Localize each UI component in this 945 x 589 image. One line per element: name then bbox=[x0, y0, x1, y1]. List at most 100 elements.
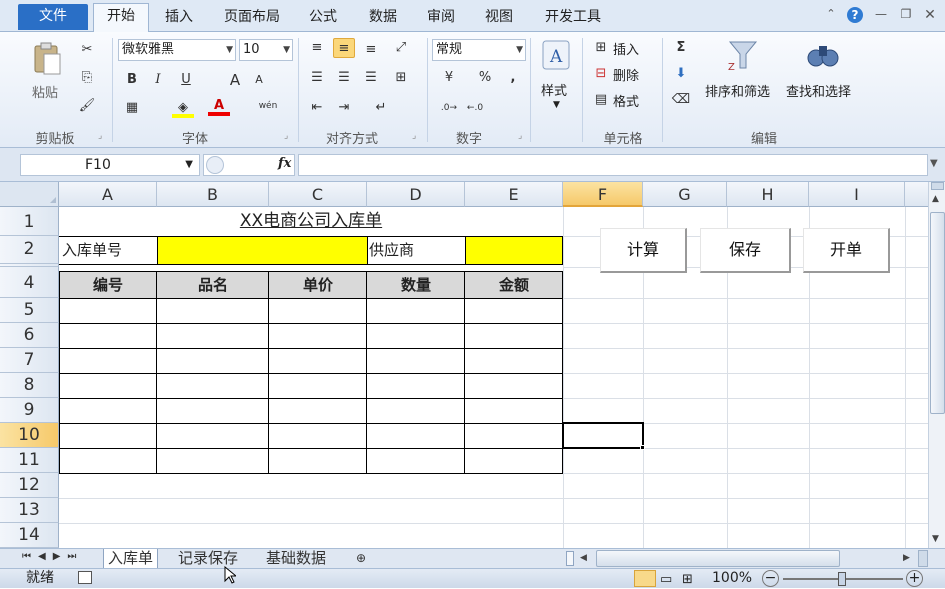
new-sheet-icon[interactable]: ⊕ bbox=[352, 549, 370, 569]
align-right-icon[interactable]: ☰ bbox=[360, 68, 382, 88]
sheet-tab-inbound[interactable]: 入库单 bbox=[103, 549, 159, 569]
column-header-e[interactable]: E bbox=[465, 182, 563, 207]
format-cells-button[interactable]: 格式 bbox=[613, 91, 639, 110]
calculate-button[interactable]: 计算 bbox=[600, 228, 687, 273]
worksheet-grid[interactable]: A B C D E F G H I 1 2 4 5 6 7 8 9 10 11 … bbox=[0, 182, 928, 548]
save-button[interactable]: 保存 bbox=[700, 228, 791, 273]
wrap-text-icon[interactable]: ↵ bbox=[370, 98, 392, 118]
row-header-8[interactable]: 8 bbox=[0, 373, 59, 398]
tab-file[interactable]: 文件 bbox=[18, 4, 88, 30]
bold-button[interactable]: B bbox=[121, 70, 143, 90]
row-header-7[interactable]: 7 bbox=[0, 348, 59, 373]
delete-cells-icon[interactable]: ⊟ bbox=[590, 64, 612, 84]
select-all-corner[interactable] bbox=[0, 182, 59, 207]
column-header-partial[interactable] bbox=[905, 182, 928, 207]
horizontal-scroll-thumb[interactable] bbox=[596, 550, 840, 567]
row-header-10[interactable]: 10 bbox=[0, 423, 59, 448]
clear-icon[interactable]: ⌫ bbox=[670, 90, 692, 110]
row-header-13[interactable]: 13 bbox=[0, 498, 59, 523]
new-order-button[interactable]: 开单 bbox=[803, 228, 890, 273]
tab-developer[interactable]: 开发工具 bbox=[535, 5, 611, 32]
page-break-view-icon[interactable]: ⊞ bbox=[682, 570, 693, 589]
minimize-ribbon-icon[interactable]: ⌃ bbox=[822, 7, 840, 20]
delete-cells-button[interactable]: 删除 bbox=[613, 65, 639, 84]
number-format-select[interactable]: 常规 ▼ bbox=[432, 39, 526, 61]
header-quantity[interactable]: 数量 bbox=[367, 273, 465, 297]
align-center-icon[interactable]: ☰ bbox=[333, 68, 355, 88]
column-header-a[interactable]: A bbox=[59, 182, 157, 207]
sort-filter-icon[interactable]: Z bbox=[726, 38, 760, 73]
macro-record-icon[interactable] bbox=[78, 571, 92, 584]
row-header-9[interactable]: 9 bbox=[0, 398, 59, 423]
format-painter-icon[interactable]: 🖌 bbox=[76, 96, 98, 116]
tab-data[interactable]: 数据 bbox=[360, 5, 406, 32]
insert-function-button[interactable]: fx bbox=[278, 156, 291, 171]
autosum-button[interactable]: Σ bbox=[670, 38, 692, 58]
name-box[interactable]: F10 ▼ bbox=[20, 154, 200, 176]
align-bottom-icon[interactable]: ≡ bbox=[360, 40, 382, 60]
align-middle-icon[interactable]: ≡ bbox=[333, 38, 355, 58]
zoom-level[interactable]: 100% bbox=[712, 569, 752, 588]
row-header-11[interactable]: 11 bbox=[0, 448, 59, 473]
find-select-button[interactable]: 查找和选择 bbox=[786, 81, 851, 100]
sheet-tab-base-data[interactable]: 基础数据 bbox=[262, 549, 330, 569]
column-header-h[interactable]: H bbox=[727, 182, 809, 207]
help-icon[interactable]: ? bbox=[847, 7, 863, 23]
zoom-slider-handle[interactable] bbox=[838, 572, 846, 586]
clipboard-launcher-icon[interactable]: ⌟ bbox=[98, 131, 102, 141]
fill-color-icon[interactable]: ◈ bbox=[172, 98, 194, 118]
scroll-right-icon[interactable]: ▶ bbox=[903, 553, 910, 563]
normal-view-icon[interactable] bbox=[634, 570, 656, 587]
increase-decimal-icon[interactable]: .0→ bbox=[438, 98, 460, 118]
paste-button[interactable]: 粘贴 bbox=[32, 82, 58, 101]
row-header-14[interactable]: 14 bbox=[0, 523, 59, 548]
grow-font-button[interactable]: A bbox=[224, 70, 246, 90]
tab-insert[interactable]: 插入 bbox=[156, 5, 202, 32]
copy-icon[interactable]: ⎘ bbox=[76, 68, 98, 88]
row-header-5[interactable]: 5 bbox=[0, 298, 59, 323]
fill-handle[interactable] bbox=[640, 445, 645, 450]
number-launcher-icon[interactable]: ⌟ bbox=[518, 131, 522, 141]
row-header-4[interactable]: 4 bbox=[0, 267, 59, 298]
styles-button[interactable]: 样式 bbox=[541, 80, 567, 99]
styles-icon[interactable]: A bbox=[540, 38, 572, 72]
find-select-icon[interactable] bbox=[806, 38, 840, 72]
row-header-6[interactable]: 6 bbox=[0, 323, 59, 348]
sheet-title[interactable]: XX电商公司入库单 bbox=[59, 209, 563, 233]
column-header-g[interactable]: G bbox=[643, 182, 727, 207]
phonetic-button[interactable]: wén bbox=[257, 96, 279, 116]
window-close-icon[interactable]: ✕ bbox=[921, 7, 939, 23]
tab-view[interactable]: 视图 bbox=[476, 5, 522, 32]
window-minimize-icon[interactable]: — bbox=[872, 7, 890, 21]
percent-button[interactable]: % bbox=[474, 68, 496, 88]
fill-icon[interactable]: ⬇ bbox=[670, 64, 692, 84]
window-restore-icon[interactable]: ❐ bbox=[897, 7, 915, 21]
vertical-scroll-thumb[interactable] bbox=[930, 212, 945, 414]
sort-filter-button[interactable]: 排序和筛选 bbox=[705, 81, 770, 100]
scroll-left-icon[interactable]: ◀ bbox=[580, 553, 587, 563]
orientation-icon[interactable]: ⤢ bbox=[390, 38, 412, 58]
align-left-icon[interactable]: ☰ bbox=[306, 68, 328, 88]
vertical-scrollbar[interactable]: ▲ ▼ bbox=[928, 182, 945, 548]
scroll-up-icon[interactable]: ▲ bbox=[932, 194, 939, 204]
format-cells-icon[interactable]: ▤ bbox=[590, 90, 612, 110]
cut-icon[interactable]: ✂ bbox=[76, 40, 98, 60]
page-layout-view-icon[interactable]: ▭ bbox=[660, 570, 672, 589]
font-color-icon[interactable]: A bbox=[208, 96, 230, 116]
expand-formula-bar-icon[interactable]: ▼ bbox=[930, 158, 938, 169]
column-header-d[interactable]: D bbox=[367, 182, 465, 207]
currency-icon[interactable]: ¥ bbox=[438, 68, 460, 88]
row-header-2[interactable]: 2 bbox=[0, 236, 59, 264]
supplier-input-cell[interactable] bbox=[465, 237, 563, 264]
decrease-indent-icon[interactable]: ⇤ bbox=[306, 98, 328, 118]
zoom-out-icon[interactable]: − bbox=[762, 570, 779, 587]
hsplit-box[interactable] bbox=[918, 550, 928, 567]
alignment-launcher-icon[interactable]: ⌟ bbox=[412, 131, 416, 141]
italic-button[interactable]: I bbox=[147, 70, 169, 90]
font-size-select[interactable]: 10 ▼ bbox=[239, 39, 293, 61]
tab-review[interactable]: 审阅 bbox=[418, 5, 464, 32]
borders-icon[interactable]: ▦ bbox=[121, 98, 143, 118]
column-header-i[interactable]: I bbox=[809, 182, 905, 207]
receipt-number-input-cell[interactable] bbox=[157, 237, 367, 264]
header-product-name[interactable]: 品名 bbox=[157, 273, 269, 297]
